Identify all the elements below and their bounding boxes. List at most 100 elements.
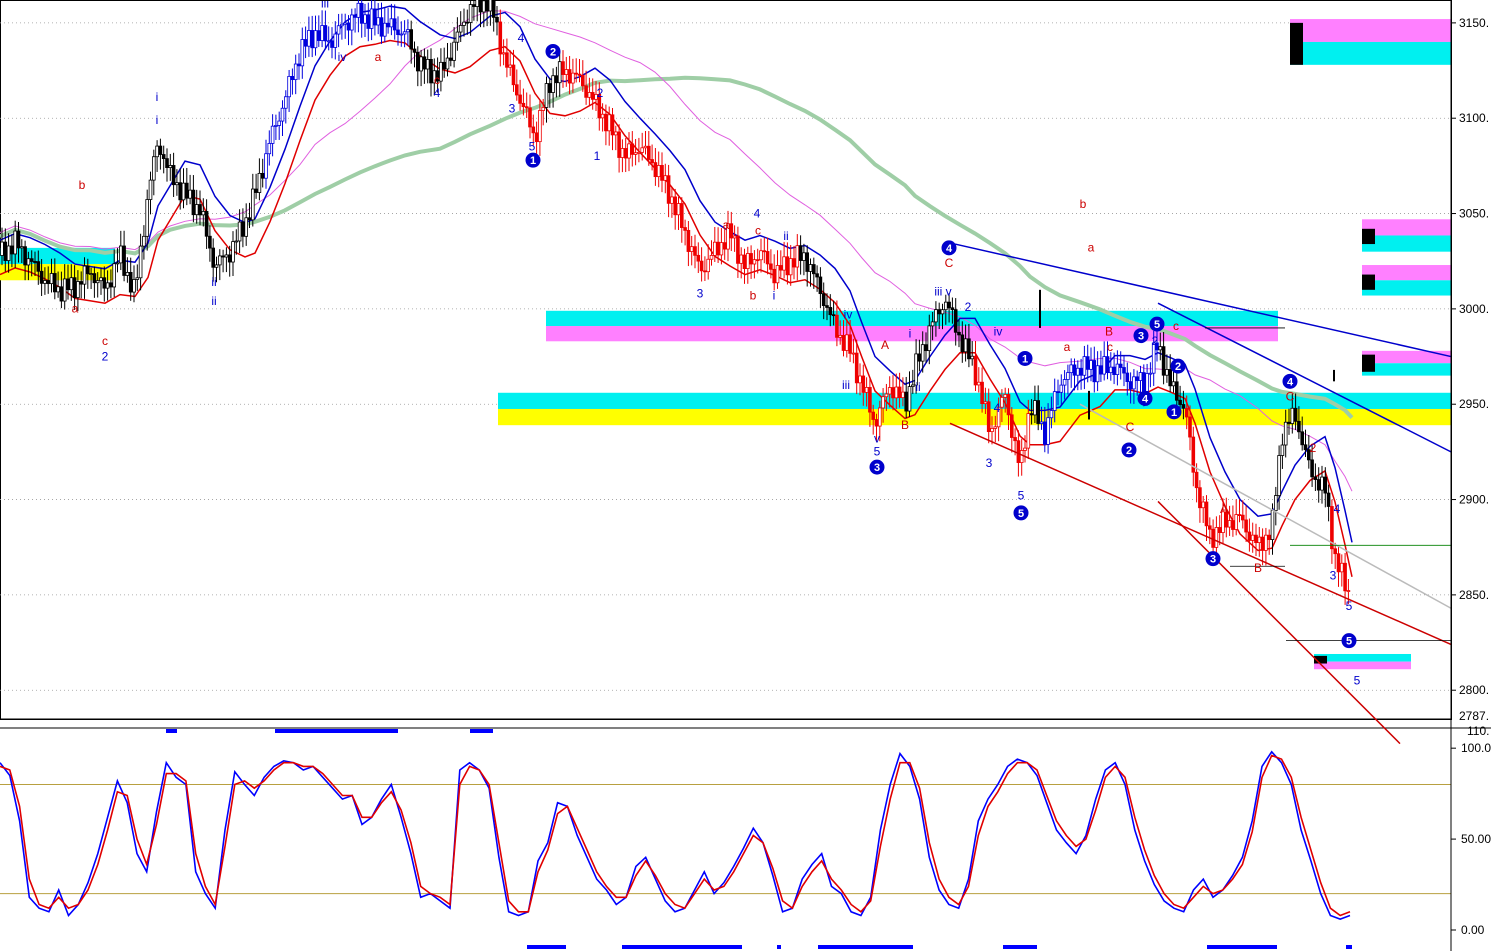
zone-band-upper — [1362, 219, 1451, 236]
candle-body — [828, 307, 833, 316]
candle-body — [699, 260, 704, 272]
candle-body — [171, 165, 176, 186]
price-tick-label: 3100. — [1459, 111, 1489, 125]
candle-body — [541, 107, 545, 111]
wave-label: iv — [994, 325, 1003, 339]
candle-body — [1274, 495, 1278, 511]
candle-body — [1039, 421, 1044, 424]
candle-body — [1270, 510, 1275, 540]
candle-body — [1326, 492, 1331, 507]
candle-body — [752, 259, 757, 265]
candle-body — [973, 355, 978, 386]
candle-body — [795, 245, 800, 268]
candle-body — [280, 107, 285, 122]
zone-marker — [1290, 22, 1303, 65]
candle-body — [1115, 363, 1120, 376]
candle-body — [782, 256, 786, 271]
candle-body — [448, 57, 453, 61]
candle-body — [267, 143, 272, 155]
wave-label: iv — [844, 307, 853, 321]
zone-band-upper — [1314, 653, 1411, 662]
candle-body — [874, 419, 879, 427]
candle-body — [894, 386, 899, 399]
candle-body — [577, 73, 582, 76]
wave-label: 2 — [597, 86, 604, 100]
zone-band-upper — [546, 310, 1278, 327]
candle-body — [1099, 365, 1103, 375]
wave-label: c — [434, 73, 440, 87]
candle-body — [1092, 360, 1097, 383]
candle-body — [399, 33, 404, 36]
candle-body — [155, 145, 159, 158]
candle-body — [270, 125, 275, 144]
candle-body — [1313, 476, 1318, 480]
signal-bar-bottom — [818, 945, 913, 949]
candle-body — [1072, 364, 1077, 376]
candle-body — [633, 152, 638, 155]
candle-body — [498, 21, 503, 55]
candle-body — [201, 211, 206, 216]
candle-body — [356, 2, 361, 18]
candle-body — [1062, 379, 1067, 386]
candle-body — [260, 172, 265, 179]
candle-body — [115, 262, 120, 265]
candle-body — [148, 179, 153, 200]
candle-body — [303, 39, 308, 47]
candle-body — [1036, 400, 1041, 424]
candle-body — [491, 0, 496, 18]
zone-marker — [1362, 354, 1375, 372]
candle-body — [1079, 367, 1083, 376]
candle-body — [1052, 391, 1057, 411]
candle-body — [274, 125, 278, 127]
oscillator-tick-label: 50.00 — [1461, 832, 1491, 846]
candle-body — [99, 277, 103, 282]
wave-label: c — [755, 224, 761, 238]
candle-body — [993, 426, 998, 429]
candle-body — [323, 25, 328, 42]
candle-body — [683, 227, 687, 231]
wave-label: b — [750, 288, 757, 302]
wave-label: iii — [321, 0, 329, 11]
wave-label: i — [909, 326, 912, 340]
wave-label: 2 — [102, 349, 109, 363]
candle-body — [907, 386, 912, 412]
candle-body — [574, 72, 578, 75]
candle-body — [564, 69, 569, 75]
candle-body — [125, 271, 130, 276]
candle-body — [307, 30, 311, 47]
wave-label: ii — [211, 275, 216, 289]
wave-label: iii — [842, 378, 850, 392]
candle-body — [1095, 365, 1100, 383]
candle-body — [1076, 367, 1080, 376]
candle-body — [109, 282, 113, 288]
wave-label: 3 — [697, 286, 704, 300]
candle-body — [848, 334, 852, 354]
circled-wave-label: 1 — [530, 155, 536, 167]
candle-body — [1227, 520, 1232, 528]
signal-bar-bottom — [622, 945, 742, 949]
candle-body — [66, 278, 70, 291]
candle-body — [775, 265, 780, 284]
candle-body — [924, 344, 928, 352]
wave-label: ii — [211, 294, 216, 308]
candle-body — [538, 110, 542, 143]
candle-body — [534, 132, 539, 143]
candle-body — [224, 254, 229, 258]
circled-wave-label: 3 — [1138, 331, 1144, 343]
candle-body — [349, 14, 354, 31]
candle-body — [1184, 407, 1189, 418]
candle-body — [227, 254, 232, 263]
wave-label: a — [1064, 340, 1071, 354]
candle-body — [808, 264, 813, 272]
candle-body — [861, 375, 866, 393]
candle-body — [412, 48, 417, 53]
signal-bar-bottom — [1207, 945, 1277, 949]
candle-body — [805, 252, 809, 272]
candle-body — [1343, 562, 1347, 592]
candle-body — [950, 307, 955, 311]
candle-body — [95, 280, 100, 284]
candle-body — [623, 148, 628, 159]
candle-body — [313, 30, 318, 49]
candle-body — [911, 384, 915, 387]
candle-body — [472, 4, 476, 7]
